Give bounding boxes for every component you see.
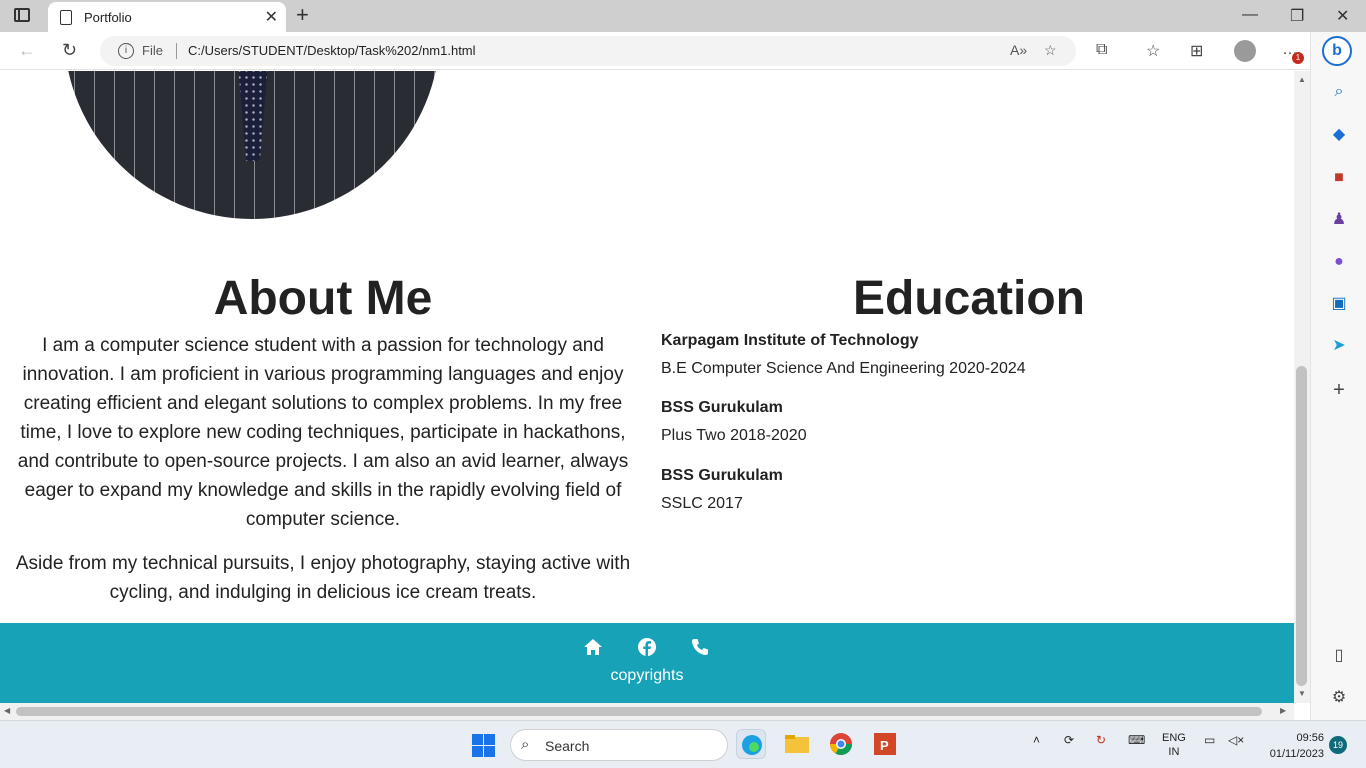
home-icon[interactable] [583, 637, 603, 657]
volume-muted-icon[interactable]: ◁× [1228, 733, 1244, 747]
browser-sidebar: ⌕ ◆ ■ ♟ ● ▣ ➤ + ▯ ⚙ [1310, 32, 1366, 720]
address-bar[interactable]: i File C:/Users/STUDENT/Desktop/Task%202… [100, 36, 1076, 66]
update-icon[interactable]: ↻ [1096, 733, 1106, 747]
refresh-button[interactable]: ↻ [62, 40, 77, 61]
copyright-text: copyrights [610, 667, 684, 684]
language-code: ENG [1162, 732, 1186, 744]
tab-actions-icon[interactable] [14, 8, 30, 22]
games-icon[interactable]: ♟ [1329, 210, 1349, 230]
taskbar-clock[interactable]: 09:56 01/11/2023 [1256, 730, 1324, 762]
favorites-icon[interactable]: ☆ [1146, 41, 1160, 61]
sidebar-toggle-icon[interactable]: ▯ [1329, 646, 1349, 666]
search-label: Search [545, 738, 590, 754]
about-paragraph-1: I am a computer science student with a p… [17, 335, 629, 530]
collections-icon[interactable]: ⊞ [1190, 41, 1203, 61]
sync-icon[interactable]: ⟳ [1064, 733, 1074, 747]
svg-text:P: P [880, 738, 889, 753]
horizontal-scroll-thumb[interactable] [16, 707, 1262, 716]
info-icon[interactable]: i [118, 43, 134, 59]
course-name: SSLC 2017 [661, 495, 743, 512]
keyboard-icon[interactable]: ⌨ [1128, 733, 1145, 747]
close-tab-icon[interactable]: ✕ [265, 7, 278, 27]
institution-name: Karpagam Institute of Technology [661, 332, 919, 349]
education-heading: Education [852, 272, 1085, 325]
about-paragraph-2: Aside from my technical pursuits, I enjo… [15, 553, 631, 603]
scroll-up-arrow[interactable]: ▲ [1298, 75, 1306, 84]
close-window-button[interactable]: ✕ [1336, 6, 1349, 26]
windows-start-icon[interactable] [472, 734, 495, 757]
course-name: Plus Two 2018-2020 [661, 427, 807, 444]
vertical-scroll-thumb[interactable] [1296, 366, 1307, 686]
page-viewport: About Me I am a computer science student… [0, 71, 1294, 703]
tools-icon[interactable]: ■ [1329, 168, 1349, 188]
network-icon[interactable]: ▭ [1204, 733, 1215, 747]
powerpoint-icon[interactable]: P [870, 729, 900, 759]
education-entry: Karpagam Institute of Technology B.E Com… [661, 332, 1261, 378]
region-code: IN [1168, 746, 1180, 758]
add-favorite-icon[interactable]: ☆ [1044, 42, 1057, 59]
notification-center-badge[interactable]: 19 [1329, 736, 1347, 754]
browser-tab-strip: Portfolio ✕ + — ❐ ✕ [0, 0, 1366, 32]
scroll-right-arrow[interactable]: ▶ [1280, 706, 1286, 715]
phone-icon[interactable] [690, 637, 710, 657]
notification-badge: 1 [1292, 52, 1304, 64]
scroll-left-arrow[interactable]: ◀ [4, 706, 10, 715]
settings-icon[interactable]: ⚙ [1329, 688, 1349, 708]
page-icon [60, 10, 72, 25]
minimize-button[interactable]: — [1242, 6, 1258, 24]
browser-toolbar: ← ↻ i File C:/Users/STUDENT/Desktop/Task… [0, 32, 1310, 70]
office-icon[interactable]: ● [1329, 252, 1349, 272]
tie-graphic [236, 71, 270, 161]
education-entry: BSS Gurukulam Plus Two 2018-2020 [661, 399, 1261, 445]
extensions-icon[interactable]: ⧉ [1096, 41, 1107, 59]
back-button[interactable]: ← [18, 40, 36, 61]
url-text[interactable]: C:/Users/STUDENT/Desktop/Task%202/nm1.ht… [188, 43, 476, 58]
chrome-icon[interactable] [826, 729, 856, 759]
bing-chat-icon[interactable]: b [1322, 36, 1352, 66]
new-tab-button[interactable]: + [296, 4, 309, 26]
education-entry: BSS Gurukulam SSLC 2017 [661, 467, 1261, 513]
course-name: B.E Computer Science And Engineering 202… [661, 360, 1026, 377]
footer: copyrights [0, 623, 1294, 703]
search-icon[interactable]: ⌕ [1329, 82, 1349, 102]
institution-name: BSS Gurukulam [661, 467, 783, 484]
shopping-icon[interactable]: ◆ [1329, 125, 1349, 145]
horizontal-scrollbar[interactable]: ◀ ▶ [0, 703, 1294, 720]
institution-name: BSS Gurukulam [661, 399, 783, 416]
clock-date: 01/11/2023 [1269, 748, 1324, 760]
about-heading: About Me [213, 272, 433, 325]
edge-app-icon[interactable] [736, 729, 766, 759]
facebook-icon[interactable] [637, 637, 657, 657]
search-icon: ⌕ [521, 736, 530, 753]
show-hidden-icons[interactable]: ˄ [1033, 733, 1040, 747]
language-indicator[interactable]: ENG IN [1162, 731, 1186, 759]
restore-button[interactable]: ❐ [1290, 6, 1304, 26]
read-aloud-icon[interactable]: A» [1010, 42, 1027, 58]
profile-photo [64, 71, 440, 219]
clock-time: 09:56 [1296, 732, 1324, 744]
vertical-scrollbar[interactable]: ▲ ▼ [1294, 71, 1310, 703]
outlook-icon[interactable]: ▣ [1329, 294, 1349, 314]
taskbar-search[interactable]: ⌕ Search [510, 729, 728, 761]
file-label: File [142, 43, 163, 58]
add-sidebar-icon[interactable]: + [1329, 380, 1349, 400]
windows-taskbar: ⌕ Search P ˄ ⟳ ↻ ⌨ ENG IN ▭ ◁× 09:56 01/… [0, 720, 1366, 768]
tab-title: Portfolio [84, 10, 132, 25]
tab-portfolio[interactable]: Portfolio ✕ [48, 2, 286, 32]
scroll-down-arrow[interactable]: ▼ [1298, 689, 1306, 698]
send-icon[interactable]: ➤ [1329, 336, 1349, 356]
divider [176, 43, 177, 59]
file-explorer-icon[interactable] [782, 729, 812, 759]
profile-avatar[interactable] [1234, 40, 1256, 62]
